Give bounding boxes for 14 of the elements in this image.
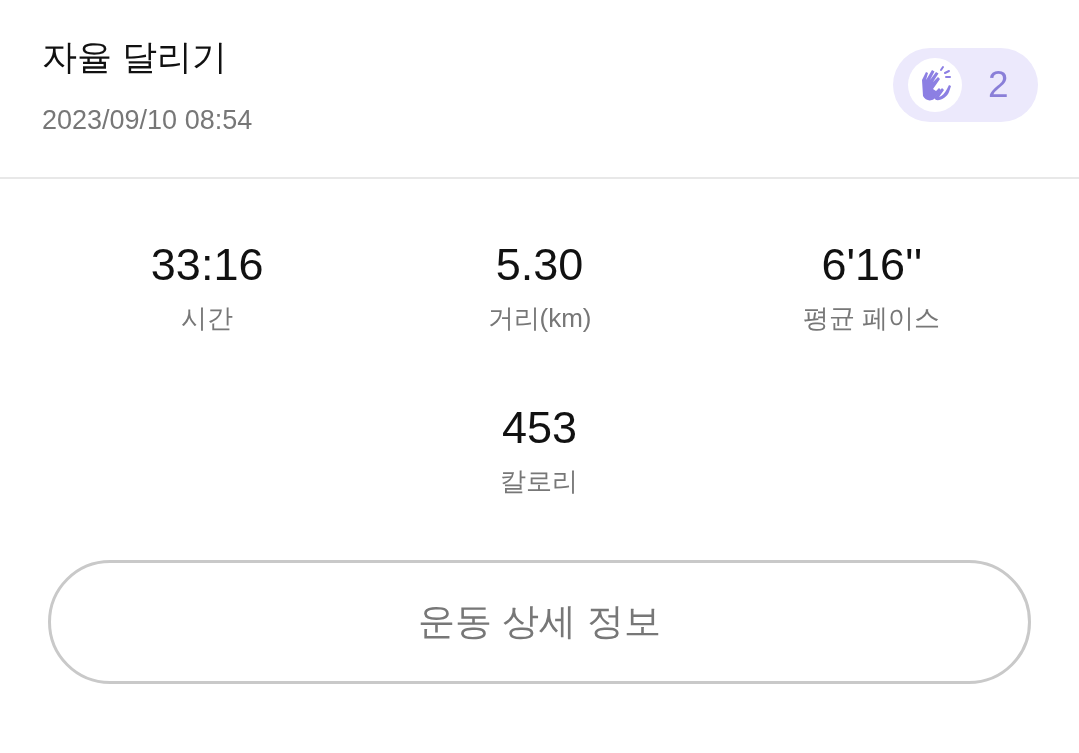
stat-value: 33:16 [150,239,264,291]
stat-value: 453 [501,402,578,454]
stat-value: 6'16'' [821,239,923,291]
stat-label: 평균 페이스 [803,302,941,335]
stat-label: 거리(km) [487,302,592,335]
stat-value: 5.30 [495,239,584,291]
stat-label: 칼로리 [500,465,579,498]
clapping-hands-icon [908,58,962,112]
clap-badge[interactable]: 2 [893,48,1038,122]
stat-label: 시간 [181,302,234,335]
workout-details-button[interactable]: 운동 상세 정보 [48,560,1031,684]
activity-title: 자율 달리기 [42,36,228,78]
clap-count: 2 [988,65,1009,105]
activity-datetime: 2023/09/10 08:54 [42,104,253,137]
